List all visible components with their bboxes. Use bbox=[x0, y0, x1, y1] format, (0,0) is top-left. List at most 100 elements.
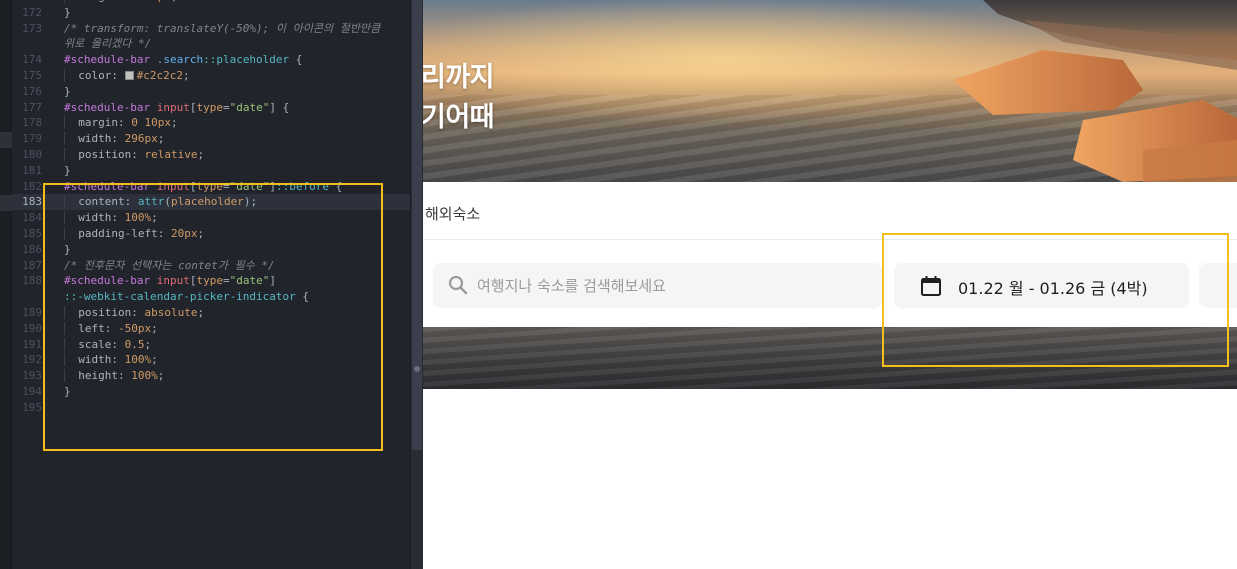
code-token: relative bbox=[144, 147, 198, 161]
code-text: /* transform: translateY(-50%); 이 아이콘의 절… bbox=[42, 21, 410, 37]
code-line[interactable]: 180 position: relative; bbox=[12, 147, 410, 163]
code-token: #c2c2c2 bbox=[136, 68, 183, 82]
code-line[interactable]: 176} bbox=[12, 84, 410, 100]
code-token: ; bbox=[197, 147, 205, 161]
line-number: 179 bbox=[22, 132, 42, 146]
code-token: input bbox=[156, 100, 190, 114]
code-text: } bbox=[42, 5, 410, 21]
line-number: 180 bbox=[22, 147, 42, 161]
code-token: 0 16px bbox=[131, 0, 171, 3]
line-number: 182 bbox=[22, 179, 42, 193]
gutter-marker bbox=[0, 195, 12, 211]
code-line[interactable]: 173 /* transform: translateY(-50%); 이 아이콘… bbox=[12, 21, 410, 37]
code-line[interactable]: 177 #schedule-bar input[type="date"] { bbox=[12, 100, 410, 116]
code-text: 위로 올리겠다 */ bbox=[42, 36, 410, 52]
code-token: /* transform: translateY(-50%); 이 아이콘의 절… bbox=[64, 21, 381, 35]
code-token: margin bbox=[78, 116, 118, 130]
search-input[interactable] bbox=[477, 263, 872, 308]
search-field[interactable] bbox=[433, 263, 882, 308]
code-token: : bbox=[111, 132, 125, 146]
code-token: : bbox=[118, 116, 132, 130]
code-token: : bbox=[111, 68, 125, 82]
code-token: ; bbox=[157, 132, 165, 146]
code-line[interactable]: 174 #schedule-bar .search::placeholder { bbox=[12, 52, 410, 68]
tab-overseas-stay[interactable]: 해외숙소 bbox=[425, 203, 480, 224]
line-number: 176 bbox=[22, 84, 42, 98]
line-number: 195 bbox=[22, 400, 42, 414]
code-token: "date" bbox=[229, 100, 270, 114]
code-line[interactable]: 172} bbox=[12, 5, 410, 21]
code-token: ; bbox=[171, 116, 178, 130]
category-tabs: 해외숙소 bbox=[423, 182, 1237, 240]
code-token: #schedule-bar bbox=[64, 100, 151, 114]
editor-scrollbar[interactable] bbox=[410, 0, 423, 569]
code-text: position: relative; bbox=[42, 147, 410, 163]
line-number: 193 bbox=[22, 369, 42, 383]
hero-title: 리까지 기어때 bbox=[423, 58, 495, 138]
code-text: #schedule-bar .search::placeholder { bbox=[42, 52, 410, 68]
code-token: } bbox=[64, 84, 71, 98]
line-number: 194 bbox=[22, 384, 42, 398]
line-number: 175 bbox=[22, 68, 42, 82]
code-line[interactable]: 175 color: #c2c2c2; bbox=[12, 68, 410, 84]
code-token: 위로 올리겠다 */ bbox=[64, 37, 152, 51]
airplane-wing-image bbox=[953, 0, 1237, 182]
code-token: ; bbox=[171, 0, 178, 3]
code-token: position bbox=[78, 147, 132, 161]
line-number: 184 bbox=[22, 211, 42, 225]
code-token: : bbox=[131, 147, 145, 161]
line-number: 183 bbox=[22, 195, 42, 209]
code-token: 296px bbox=[124, 132, 158, 146]
line-number: 189 bbox=[22, 305, 42, 319]
code-line[interactable]: 179 width: 296px; bbox=[12, 131, 410, 147]
line-number: 185 bbox=[22, 226, 42, 240]
code-highlight-box bbox=[43, 183, 383, 451]
line-number: 178 bbox=[22, 116, 42, 130]
code-token: margin bbox=[78, 0, 118, 3]
code-text: margin: 0 10px; bbox=[42, 115, 410, 131]
code-token: : bbox=[118, 0, 131, 3]
editor-scrollbar-thumb[interactable] bbox=[412, 0, 422, 450]
line-number bbox=[12, 289, 42, 305]
code-token: type bbox=[196, 100, 223, 114]
code-text: } bbox=[42, 84, 410, 100]
line-number: 186 bbox=[22, 242, 42, 256]
line-number: 188 bbox=[22, 274, 42, 288]
code-token: .search bbox=[156, 53, 204, 67]
indent-guide bbox=[64, 116, 79, 130]
code-token: } bbox=[64, 163, 71, 177]
line-number bbox=[12, 36, 42, 52]
code-token: ; bbox=[182, 68, 190, 82]
code-token: width bbox=[78, 132, 112, 146]
gutter-marker bbox=[0, 132, 12, 148]
line-number: 181 bbox=[22, 163, 42, 177]
search-icon bbox=[448, 275, 468, 295]
line-number: 177 bbox=[22, 100, 42, 114]
code-line[interactable]: 178 margin: 0 10px; bbox=[12, 115, 410, 131]
indent-guide bbox=[64, 132, 79, 146]
code-token: 0 10px bbox=[131, 116, 171, 130]
code-token: { bbox=[289, 53, 303, 67]
line-number: 172 bbox=[22, 5, 42, 19]
code-token: } bbox=[64, 5, 71, 19]
code-line[interactable]: 181} bbox=[12, 163, 410, 179]
code-text: } bbox=[42, 163, 410, 179]
hero-title-line: 리까지 bbox=[423, 62, 495, 93]
code-token: ::placeholder bbox=[203, 53, 290, 67]
editor-side-strip bbox=[0, 0, 12, 569]
pane-splitter-handle[interactable] bbox=[414, 366, 420, 372]
hero-banner: 리까지 기어때 bbox=[423, 0, 1237, 182]
code-text: width: 296px; bbox=[42, 131, 410, 147]
date-highlight-box bbox=[882, 233, 1229, 367]
line-number: 173 bbox=[22, 21, 42, 35]
code-line[interactable]: 위로 올리겠다 */ bbox=[12, 36, 410, 52]
line-number: 190 bbox=[22, 321, 42, 335]
indent-guide bbox=[64, 0, 79, 3]
line-number: 191 bbox=[22, 337, 42, 351]
code-token: #schedule-bar bbox=[64, 53, 151, 67]
indent-guide bbox=[64, 68, 79, 82]
hero-title-line: 기어때 bbox=[423, 102, 495, 133]
indent-guide bbox=[64, 147, 79, 161]
